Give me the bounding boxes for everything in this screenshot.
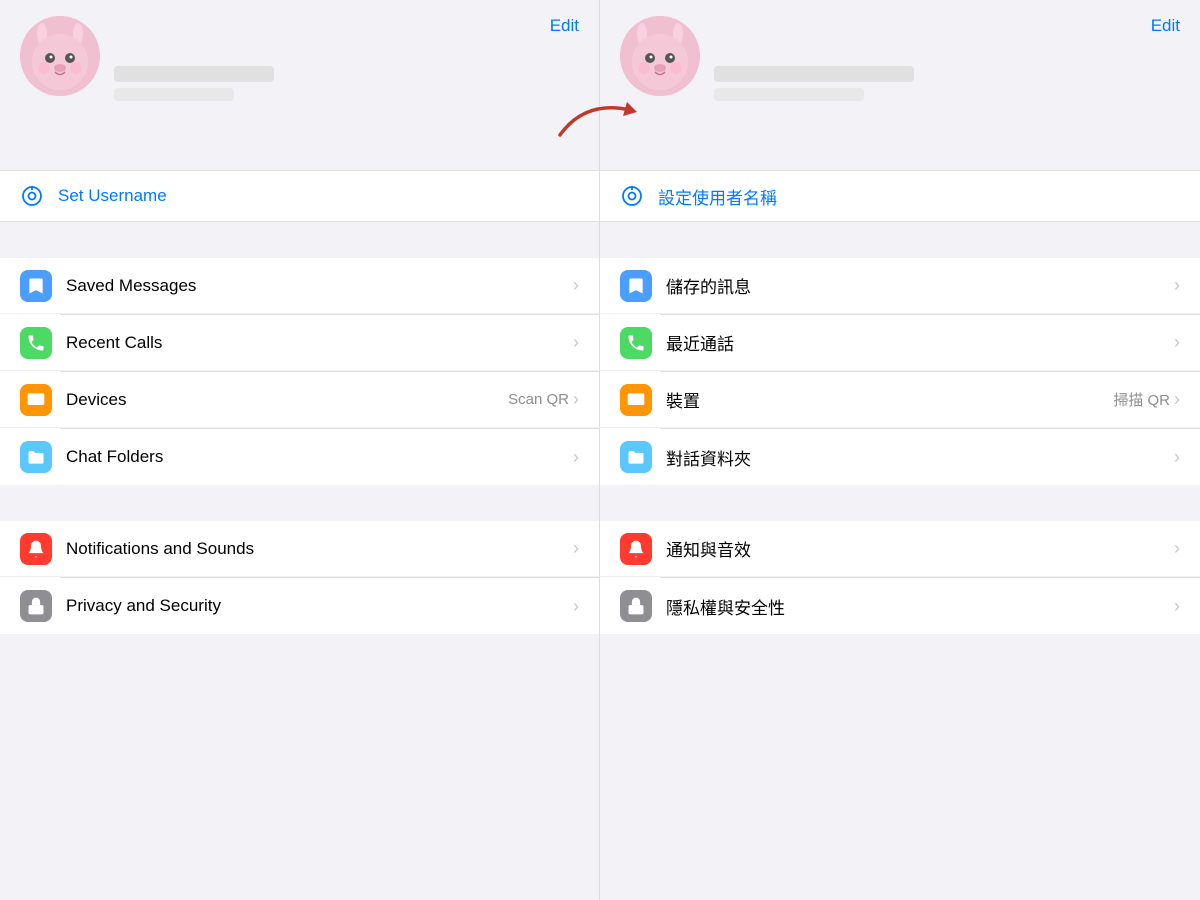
- right-username-label: 設定使用者名稱: [658, 184, 777, 209]
- left-devices-sublabel: Scan QR: [508, 391, 569, 408]
- left-privacy-item[interactable]: Privacy and Security ›: [0, 578, 599, 634]
- right-recent-calls-item[interactable]: 最近通話 ›: [600, 315, 1200, 371]
- left-username-label: Set Username: [58, 186, 167, 206]
- right-saved-messages-icon: [620, 270, 652, 302]
- left-chat-folders-item[interactable]: Chat Folders ›: [0, 429, 599, 485]
- panels-container: Edit: [0, 0, 1200, 900]
- left-menu-group-2: Notifications and Sounds › Privacy and S…: [0, 521, 599, 634]
- right-privacy-item[interactable]: 隱私權與安全性 ›: [600, 578, 1200, 634]
- right-panel: Edit: [600, 0, 1200, 900]
- right-edit-button[interactable]: Edit: [1151, 16, 1180, 36]
- left-saved-messages-item[interactable]: Saved Messages ›: [0, 258, 599, 314]
- left-username-icon: [20, 184, 44, 208]
- right-recent-calls-chevron: ›: [1174, 332, 1180, 353]
- left-menu-group-1: Saved Messages › Recent Calls › Devices …: [0, 258, 599, 485]
- right-notifications-label: 通知與音效: [666, 536, 1174, 561]
- right-saved-messages-label: 儲存的訊息: [666, 273, 1174, 298]
- right-notifications-item[interactable]: 通知與音效 ›: [600, 521, 1200, 577]
- left-devices-icon: [20, 384, 52, 416]
- left-gap-2: [0, 485, 599, 521]
- right-devices-item[interactable]: 裝置 掃描 QR ›: [600, 372, 1200, 428]
- left-panel: Edit: [0, 0, 600, 900]
- left-devices-item[interactable]: Devices Scan QR ›: [0, 372, 599, 428]
- right-profile-area: Edit: [600, 0, 1200, 170]
- left-privacy-icon: [20, 590, 52, 622]
- right-username-wrapper: 設定使用者名稱: [600, 170, 1200, 222]
- right-saved-messages-item[interactable]: 儲存的訊息 ›: [600, 258, 1200, 314]
- right-chat-folders-label: 對話資料夾: [666, 445, 1174, 470]
- right-recent-calls-label: 最近通話: [666, 330, 1174, 355]
- right-username-row[interactable]: 設定使用者名稱: [600, 171, 1200, 221]
- left-chat-folders-label: Chat Folders: [66, 447, 573, 467]
- right-devices-label: 裝置: [666, 387, 1113, 412]
- right-name-placeholder: [714, 66, 914, 82]
- left-chat-folders-icon: [20, 441, 52, 473]
- left-recent-calls-item[interactable]: Recent Calls ›: [0, 315, 599, 371]
- right-chat-folders-icon: [620, 441, 652, 473]
- right-devices-sublabel: 掃描 QR: [1113, 389, 1170, 410]
- right-saved-messages-chevron: ›: [1174, 275, 1180, 296]
- left-privacy-chevron: ›: [573, 596, 579, 617]
- left-info-placeholder: [114, 88, 234, 101]
- left-saved-messages-icon: [20, 270, 52, 302]
- left-devices-chevron: ›: [573, 389, 579, 410]
- right-profile-info: [714, 66, 914, 101]
- left-notifications-label: Notifications and Sounds: [66, 539, 573, 559]
- right-chat-folders-chevron: ›: [1174, 447, 1180, 468]
- left-saved-messages-chevron: ›: [573, 275, 579, 296]
- right-devices-icon: [620, 384, 652, 416]
- left-recent-calls-label: Recent Calls: [66, 333, 573, 353]
- right-privacy-label: 隱私權與安全性: [666, 594, 1174, 619]
- left-avatar: [20, 16, 100, 96]
- right-avatar: [620, 16, 700, 96]
- right-gap-2: [600, 485, 1200, 521]
- left-profile-area: Edit: [0, 0, 599, 170]
- right-notifications-icon: [620, 533, 652, 565]
- right-privacy-icon: [620, 590, 652, 622]
- left-username-row[interactable]: Set Username: [0, 171, 599, 221]
- right-profile-row: [620, 16, 1180, 101]
- right-gap-1: [600, 222, 1200, 258]
- left-notifications-chevron: ›: [573, 538, 579, 559]
- right-menu-group-2: 通知與音效 › 隱私權與安全性 ›: [600, 521, 1200, 634]
- right-info-placeholder: [714, 88, 864, 101]
- right-username-icon: [620, 184, 644, 208]
- left-recent-calls-icon: [20, 327, 52, 359]
- right-recent-calls-icon: [620, 327, 652, 359]
- left-privacy-label: Privacy and Security: [66, 596, 573, 616]
- left-profile-info: [114, 66, 274, 101]
- right-chat-folders-item[interactable]: 對話資料夾 ›: [600, 429, 1200, 485]
- right-privacy-chevron: ›: [1174, 596, 1180, 617]
- left-gap-1: [0, 222, 599, 258]
- left-chat-folders-chevron: ›: [573, 447, 579, 468]
- right-devices-chevron: ›: [1174, 389, 1180, 410]
- left-profile-row: [20, 16, 579, 101]
- left-recent-calls-chevron: ›: [573, 332, 579, 353]
- right-menu-group-1: 儲存的訊息 › 最近通話 › 裝置 掃描 QR ›: [600, 258, 1200, 485]
- left-notifications-icon: [20, 533, 52, 565]
- left-edit-button[interactable]: Edit: [550, 16, 579, 36]
- left-username-wrapper: Set Username: [0, 170, 599, 222]
- left-notifications-item[interactable]: Notifications and Sounds ›: [0, 521, 599, 577]
- left-name-placeholder: [114, 66, 274, 82]
- left-devices-label: Devices: [66, 390, 508, 410]
- left-saved-messages-label: Saved Messages: [66, 276, 573, 296]
- right-notifications-chevron: ›: [1174, 538, 1180, 559]
